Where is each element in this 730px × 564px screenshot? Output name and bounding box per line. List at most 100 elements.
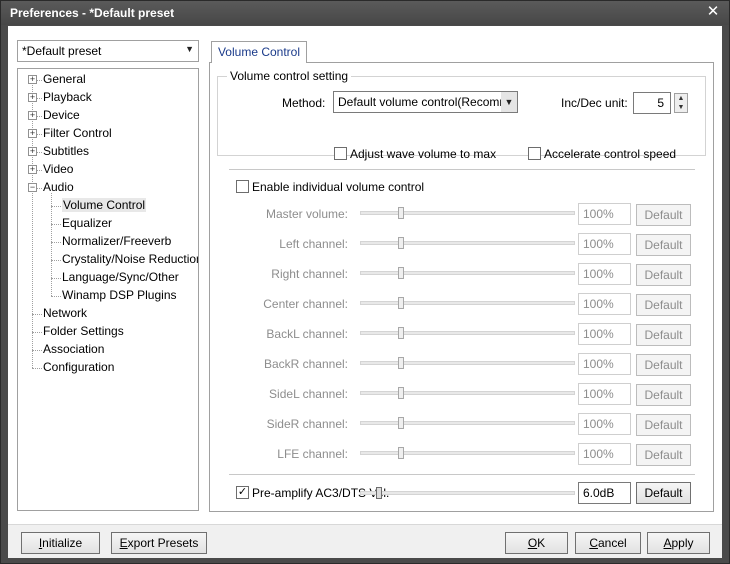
expand-icon[interactable]: + [28,129,37,138]
sidel-channel-slider-thumb[interactable] [397,387,404,399]
incdec-input[interactable]: 5 [633,92,671,114]
preamp-checkbox[interactable]: ✓ [236,486,249,499]
tree-item-normalizer-freeverb[interactable]: Normalizer/Freeverb [62,233,171,250]
initialize-label: nitialize [42,536,83,550]
dialog-client: *Default preset ▼ General + Playback + Devic… [8,26,722,558]
right-channel-slider-thumb[interactable] [397,267,404,279]
sidel-channel-default-button[interactable]: Default [636,384,691,406]
sidel-channel-value[interactable]: 100% [578,383,631,405]
backr-channel-default-button[interactable]: Default [636,354,691,376]
center-channel-default-button[interactable]: Default [636,294,691,316]
preamp-default-button[interactable]: Default [636,482,691,504]
tree-item-folder-settings[interactable]: Folder Settings [43,323,124,340]
preamp-slider-track[interactable] [360,491,575,495]
initialize-button[interactable]: Initialize [21,532,100,554]
lfe-channel-slider-thumb[interactable] [397,447,404,459]
backl-channel-slider-track[interactable] [360,331,575,335]
export-label: xport Presets [127,536,199,550]
ok-mnemonic: O [527,536,538,550]
backr-channel-value[interactable]: 100% [578,353,631,375]
sidel-channel-label: SideL channel: [269,387,348,401]
backl-channel-default-button[interactable]: Default [636,324,691,346]
spin-down-icon[interactable]: ▼ [675,103,687,112]
right-channel-default-button[interactable]: Default [636,264,691,286]
tree-item-equalizer[interactable]: Equalizer [62,215,112,232]
accelerate-checkbox[interactable] [528,147,541,160]
cancel-button[interactable]: Cancel [575,532,641,554]
backr-channel-slider-track[interactable] [360,361,575,365]
adjust-wave-checkbox[interactable] [334,147,347,160]
backl-channel-slider-thumb[interactable] [397,327,404,339]
enable-individual-checkbox[interactable] [236,180,249,193]
export-mnemonic: E [119,536,128,550]
left-channel-default-button[interactable]: Default [636,234,691,256]
tree-item-playback[interactable]: Playback [43,89,92,106]
expand-icon[interactable]: + [28,93,37,102]
tree-item-audio[interactable]: Audio [43,179,74,196]
master-volume-default-button[interactable]: Default [636,204,691,226]
ok-button[interactable]: OK [505,532,568,554]
expand-icon[interactable]: + [28,147,37,156]
left-channel-slider-thumb[interactable] [397,237,404,249]
right-channel-value[interactable]: 100% [578,263,631,285]
center-channel-slider-thumb[interactable] [397,297,404,309]
preamp-slider-thumb[interactable] [376,487,383,499]
tree-connector [51,242,61,243]
left-channel-slider-track[interactable] [360,241,575,245]
tree-item-volume-control[interactable]: Volume Control [62,197,147,214]
expand-icon[interactable]: + [28,111,37,120]
tree-connector [51,206,61,207]
lfe-channel-default-button[interactable]: Default [636,444,691,466]
tree-item-network[interactable]: Network [43,305,87,322]
right-channel-slider-track[interactable] [360,271,575,275]
tree-item-general[interactable]: General [43,71,86,88]
sider-channel-value[interactable]: 100% [578,413,631,435]
method-dropdown[interactable]: Default volume control(Recommended) ▼ [333,91,518,113]
tree-item-device[interactable]: Device [43,107,80,124]
backr-channel-slider-thumb[interactable] [397,357,404,369]
apply-label: pply [671,536,694,550]
tree-item-crystality-noise-reduction[interactable]: Crystality/Noise Reduction [62,251,198,268]
preamp-value[interactable]: 6.0dB [578,482,631,504]
apply-button[interactable]: Apply [647,532,710,554]
tree-item-winamp-dsp-plugins[interactable]: Winamp DSP Plugins [62,287,177,304]
sider-channel-label: SideR channel: [266,417,348,431]
tree-item-association[interactable]: Association [43,341,104,358]
preset-dropdown-value: *Default preset [22,44,102,58]
tree-item-subtitles[interactable]: Subtitles [43,143,89,160]
sider-channel-slider-thumb[interactable] [397,417,404,429]
lfe-channel-value[interactable]: 100% [578,443,631,465]
tree-item-label: Association [43,342,105,356]
tree-connector [51,296,61,297]
master-volume-slider-track[interactable] [360,211,575,215]
master-volume-value[interactable]: 100% [578,203,631,225]
sider-channel-slider-track[interactable] [360,421,575,425]
backl-channel-value[interactable]: 100% [578,323,631,345]
preset-dropdown[interactable]: *Default preset ▼ [17,40,199,62]
tree-item-configuration[interactable]: Configuration [43,359,114,376]
lfe-channel-slider-track[interactable] [360,451,575,455]
center-channel-value[interactable]: 100% [578,293,631,315]
spin-up-icon[interactable]: ▲ [675,94,687,103]
title-bar[interactable]: Preferences - *Default preset ✕ [1,1,729,25]
tree-item-label: Normalizer/Freeverb [62,234,172,248]
collapse-icon[interactable]: − [28,183,37,192]
tab-volume-control[interactable]: Volume Control [211,41,307,63]
sider-channel-default-button[interactable]: Default [636,414,691,436]
tree-item-video[interactable]: Video [43,161,73,178]
volume-control-panel: Volume control setting Method: Default v… [209,62,714,512]
tree-item-language-sync-other[interactable]: Language/Sync/Other [62,269,179,286]
tree-item-filter-control[interactable]: Filter Control [43,125,112,142]
export-presets-button[interactable]: Export Presets [111,532,207,554]
expand-icon[interactable]: + [28,165,37,174]
incdec-spinner[interactable]: ▲ ▼ [674,93,688,113]
master-volume-slider-thumb[interactable] [397,207,404,219]
volume-setting-group [217,76,706,156]
left-channel-value[interactable]: 100% [578,233,631,255]
center-channel-slider-track[interactable] [360,301,575,305]
settings-tree[interactable]: General + Playback + Device + Filter Control + S… [17,68,199,511]
close-icon[interactable]: ✕ [705,4,721,20]
expand-icon[interactable]: + [28,75,37,84]
sidel-channel-slider-track[interactable] [360,391,575,395]
lfe-channel-label: LFE channel: [277,447,348,461]
